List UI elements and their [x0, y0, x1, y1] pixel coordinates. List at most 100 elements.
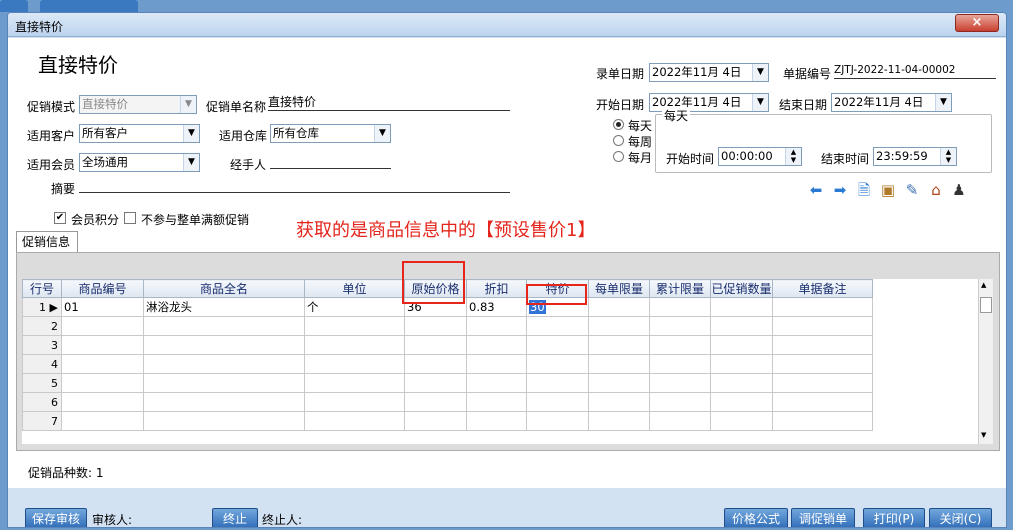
cell-done[interactable] — [710, 335, 773, 355]
document-icon[interactable]: 🗎 — [855, 181, 873, 199]
cell-per[interactable] — [588, 335, 650, 355]
cell-remark[interactable] — [772, 316, 873, 336]
home-icon[interactable]: ⌂ — [927, 181, 945, 199]
col-header[interactable]: 折扣 — [466, 279, 527, 298]
table-row[interactable]: 6 — [22, 392, 873, 412]
cell-unit[interactable] — [304, 335, 405, 355]
cell-special[interactable] — [526, 316, 589, 336]
cell-per[interactable] — [588, 354, 650, 374]
cell-acc[interactable] — [649, 297, 711, 317]
col-header[interactable]: 行号 — [22, 279, 62, 298]
cell-disc[interactable]: 0.83 — [466, 297, 527, 317]
cell-code[interactable] — [61, 316, 144, 336]
cell-done[interactable] — [710, 316, 773, 336]
cell-per[interactable] — [588, 316, 650, 336]
freq-monthly-radio[interactable] — [613, 151, 624, 162]
freq-daily-radio[interactable] — [613, 119, 624, 130]
spin-arrows-icon[interactable]: ▲ ▼ — [940, 148, 956, 165]
cell-orig[interactable] — [404, 392, 467, 412]
promo-name-field[interactable]: 直接特价 — [268, 95, 510, 111]
col-header[interactable]: 商品全名 — [143, 279, 305, 298]
cell-orig[interactable] — [404, 316, 467, 336]
arrow-left-icon[interactable]: ⬅ — [807, 181, 825, 199]
cell-unit[interactable] — [304, 354, 405, 374]
cell-done[interactable] — [710, 392, 773, 412]
cell-special[interactable] — [526, 411, 589, 431]
cell-acc[interactable] — [649, 373, 711, 393]
member-select[interactable]: 全场通用 ▼ — [79, 153, 200, 172]
cell-orig[interactable] — [404, 373, 467, 393]
close-window-button[interactable]: × — [955, 14, 999, 32]
col-header[interactable]: 每单限量 — [588, 279, 650, 298]
col-header[interactable]: 单据备注 — [772, 279, 873, 298]
cell-name[interactable] — [143, 335, 305, 355]
end-date-picker[interactable]: 2022年11月 4日 ▼ — [831, 93, 952, 112]
cell-orig[interactable] — [404, 411, 467, 431]
edit-icon[interactable]: ✎ — [903, 181, 921, 199]
cell-name[interactable] — [143, 392, 305, 412]
freq-weekly-radio[interactable] — [613, 135, 624, 146]
cell-code[interactable] — [61, 335, 144, 355]
cell-name[interactable]: 淋浴龙头 — [143, 297, 305, 317]
cell-done[interactable] — [710, 411, 773, 431]
cell-acc[interactable] — [649, 392, 711, 412]
cell-name[interactable] — [143, 411, 305, 431]
cell-special[interactable] — [526, 392, 589, 412]
cell-disc[interactable] — [466, 354, 527, 374]
cell-acc[interactable] — [649, 316, 711, 336]
price-formula-button[interactable]: 价格公式 — [724, 508, 788, 527]
cell-remark[interactable] — [772, 373, 873, 393]
cell-special[interactable] — [526, 354, 589, 374]
end-time-spinner[interactable]: 23:59:59 ▲ ▼ — [873, 147, 957, 166]
cell-per[interactable] — [588, 373, 650, 393]
table-row[interactable]: 4 — [22, 354, 873, 374]
cell-code[interactable] — [61, 373, 144, 393]
cell-done[interactable] — [710, 354, 773, 374]
cell-orig[interactable] — [404, 354, 467, 374]
cell-remark[interactable] — [772, 297, 873, 317]
entry-date-picker[interactable]: 2022年11月 4日 ▼ — [649, 63, 769, 82]
cell-remark[interactable] — [772, 392, 873, 412]
cell-orig[interactable] — [404, 335, 467, 355]
cell-done[interactable] — [710, 373, 773, 393]
adjust-promo-button[interactable]: 调促销单 — [791, 508, 855, 527]
cell-acc[interactable] — [649, 335, 711, 355]
table-row[interactable]: 7 — [22, 411, 873, 431]
cell-per[interactable] — [588, 411, 650, 431]
warehouse-select[interactable]: 所有仓库 ▼ — [270, 124, 391, 143]
save-audit-button[interactable]: 保存审核 — [25, 508, 87, 527]
user-icon[interactable]: ♟ — [950, 181, 968, 199]
col-header[interactable]: 单位 — [304, 279, 405, 298]
cell-code[interactable] — [61, 392, 144, 412]
cell-disc[interactable] — [466, 316, 527, 336]
customer-select[interactable]: 所有客户 ▼ — [79, 124, 200, 143]
cell-per[interactable] — [588, 392, 650, 412]
cell-acc[interactable] — [649, 354, 711, 374]
print-button[interactable]: 打印(P) — [863, 508, 925, 527]
cell-unit[interactable]: 个 — [304, 297, 405, 317]
cell-disc[interactable] — [466, 373, 527, 393]
cell-acc[interactable] — [649, 411, 711, 431]
cell-unit[interactable] — [304, 373, 405, 393]
handler-field[interactable] — [270, 153, 391, 169]
cell-name[interactable] — [143, 354, 305, 374]
col-header[interactable]: 已促销数量 — [710, 279, 773, 298]
table-row[interactable]: 5 — [22, 373, 873, 393]
cell-unit[interactable] — [304, 316, 405, 336]
cell-special[interactable] — [526, 335, 589, 355]
scroll-down-icon[interactable]: ▼ — [981, 431, 986, 439]
tab-promo-info[interactable]: 促销信息 — [16, 231, 78, 253]
scroll-thumb[interactable] — [980, 297, 992, 313]
cell-code[interactable] — [61, 354, 144, 374]
exclude-promo-checkbox[interactable] — [124, 212, 136, 224]
close-button[interactable]: 关闭(C) — [929, 508, 992, 527]
member-points-checkbox[interactable]: ✔ — [54, 212, 66, 224]
col-header[interactable]: 累计限量 — [649, 279, 711, 298]
cell-disc[interactable] — [466, 411, 527, 431]
arrow-right-icon[interactable]: ➡ — [831, 181, 849, 199]
promo-mode-select[interactable]: 直接特价 ▼ — [79, 95, 197, 114]
cell-remark[interactable] — [772, 411, 873, 431]
cell-code[interactable] — [61, 411, 144, 431]
cell-remark[interactable] — [772, 354, 873, 374]
spin-arrows-icon[interactable]: ▲ ▼ — [785, 148, 801, 165]
